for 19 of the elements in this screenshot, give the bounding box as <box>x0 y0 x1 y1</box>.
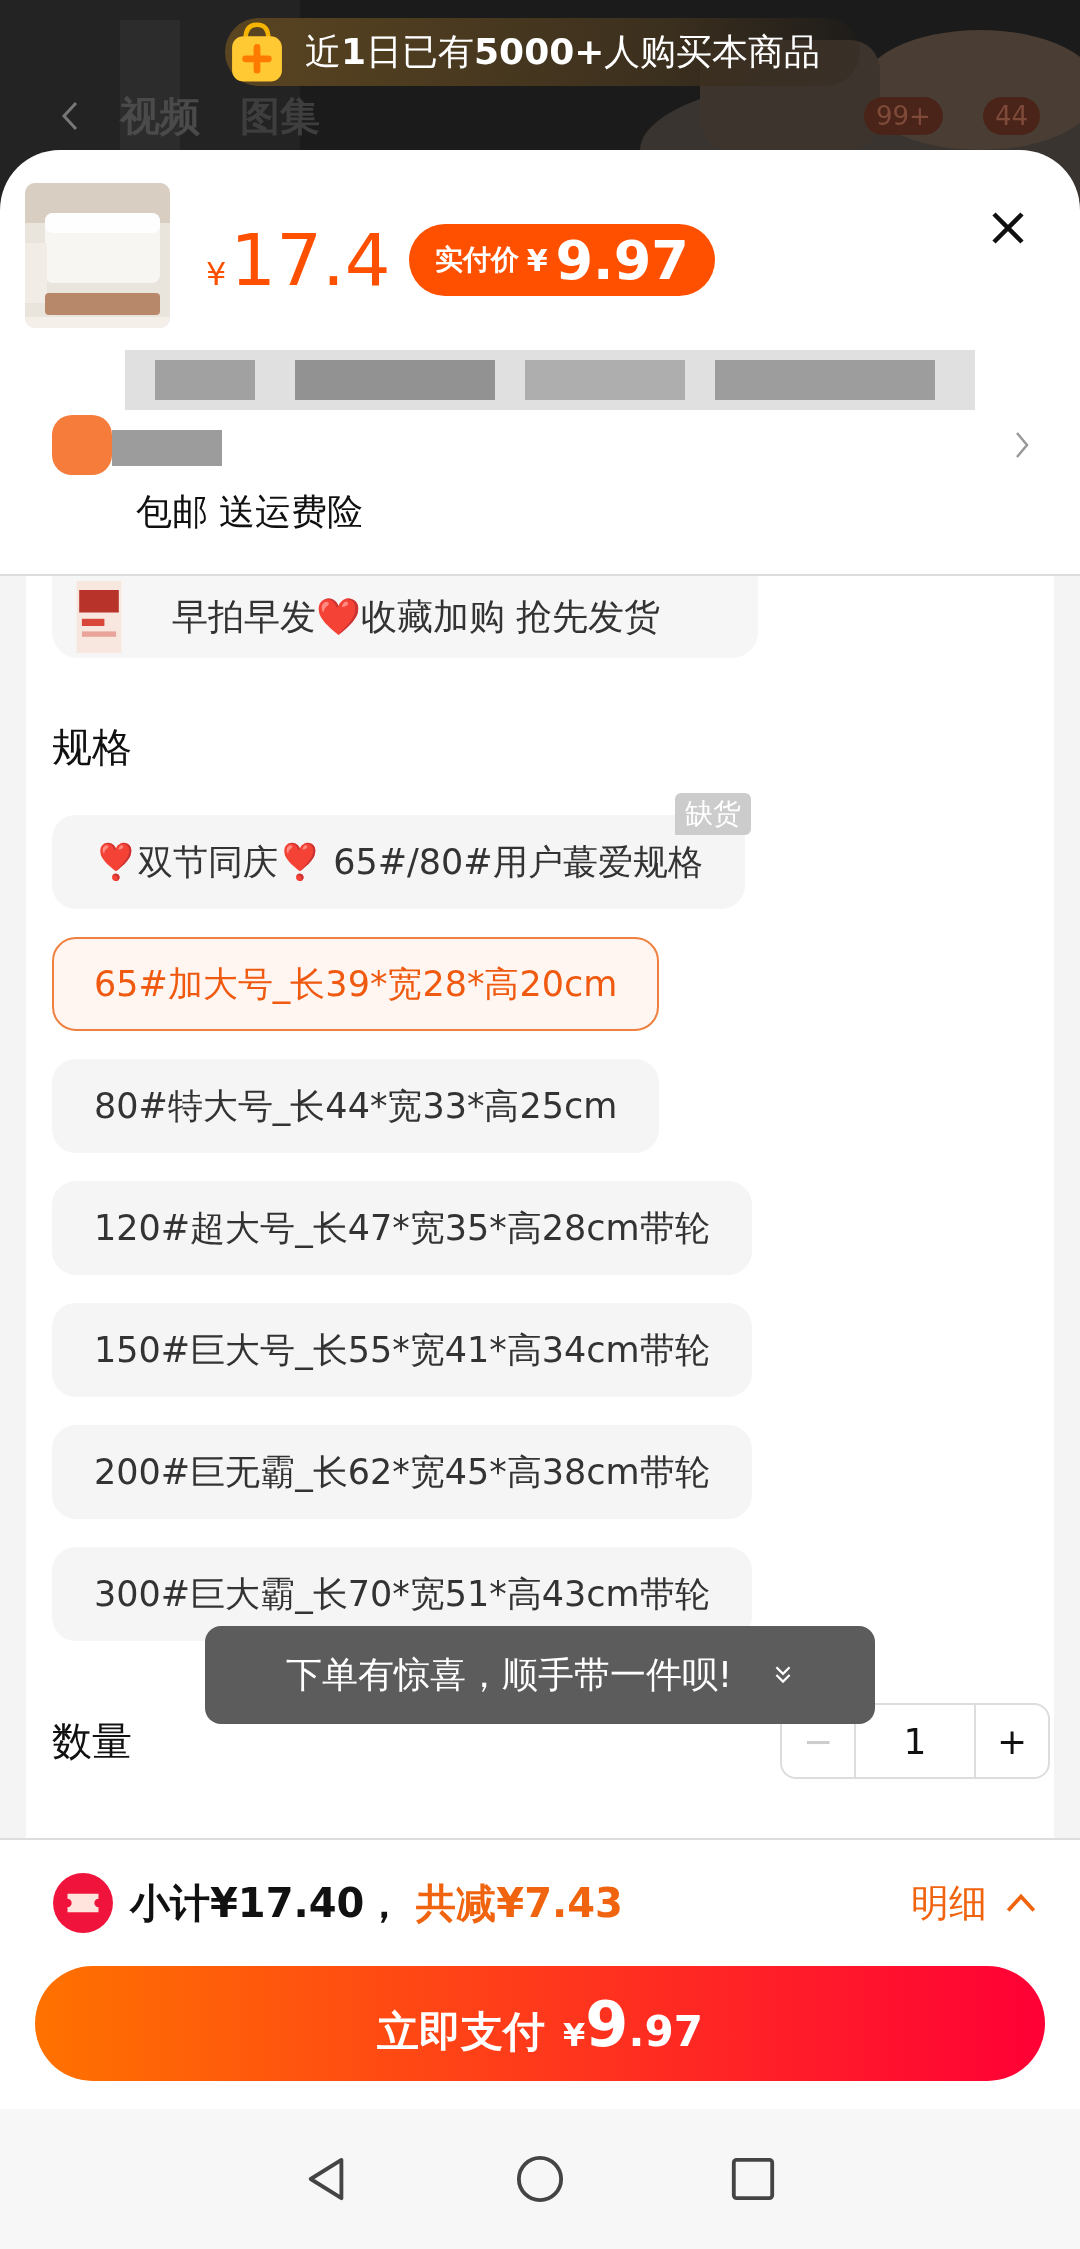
final-price-badge: 实付价 ¥9.97 <box>408 224 715 296</box>
chevron-up-icon <box>1005 1892 1037 1914</box>
original-price: ¥17.4 <box>206 218 391 302</box>
home-icon[interactable] <box>516 2155 564 2203</box>
chevron-right-icon[interactable] <box>1014 430 1030 460</box>
coupon-icon <box>52 1872 114 1934</box>
discount-text: 共减¥7.43 <box>416 1878 623 1928</box>
toast-text: 下单有惊喜，顺手带一件呗! <box>285 1652 733 1697</box>
spec-option[interactable]: 200#巨无霸_长62*宽45*高38cm带轮 <box>52 1425 752 1519</box>
section-title: 规格 <box>52 723 133 772</box>
subtotal-text: 小计¥17.40， <box>130 1878 405 1928</box>
spec-option[interactable]: 120#超大号_长47*宽35*高28cm带轮 <box>52 1181 752 1275</box>
spec-option[interactable]: 150#巨大号_长55*宽41*高34cm带轮 <box>52 1303 752 1397</box>
quantity-label: 数量 <box>52 1716 132 1766</box>
recents-icon[interactable] <box>729 2155 777 2203</box>
pay-button[interactable]: 立即支付 ¥9.97 <box>35 1966 1045 2081</box>
promo-option[interactable]: 早拍早发❤收藏加购 抢先发货 <box>52 576 758 658</box>
spec-option[interactable]: 80#特大号_长44*宽33*高25cm <box>52 1059 660 1153</box>
shipping-text: 包邮 送运费险 <box>135 490 365 534</box>
